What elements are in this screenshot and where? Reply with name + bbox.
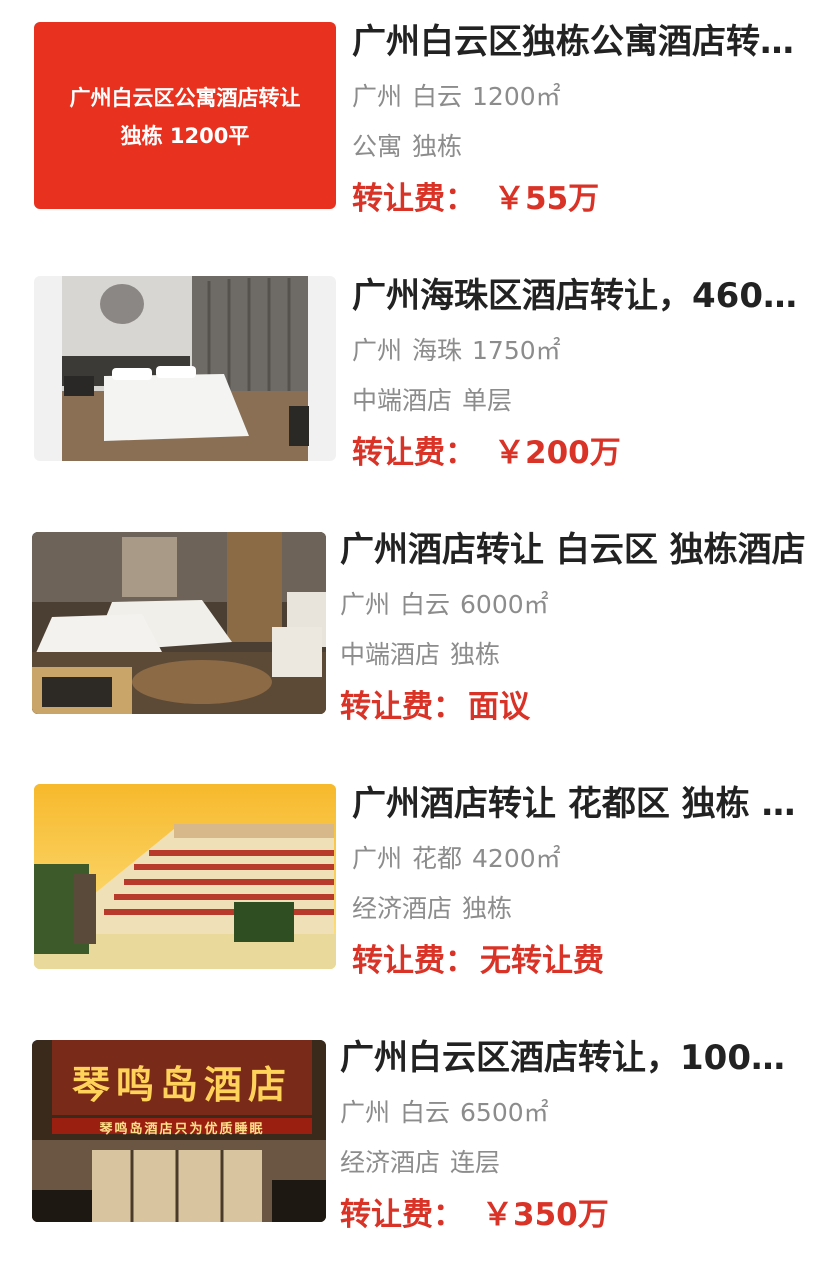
listing-tag: 中端酒店 xyxy=(352,386,453,415)
hotel-room-photo xyxy=(32,532,326,714)
listing-meta: 广州 海珠 1750㎡ xyxy=(352,334,808,368)
fee-label: 转让费： xyxy=(340,689,464,725)
listing-thumbnail[interactable]: 广州白云区公寓酒店转让 独栋 1200平 xyxy=(34,22,336,209)
listing-district: 花都 xyxy=(412,844,463,873)
listing-tags: 中端酒店 独栋 xyxy=(340,638,808,672)
listing-tag: 经济酒店 xyxy=(352,894,453,923)
listing-card[interactable]: 琴鸣岛酒店 琴鸣岛酒店只为优质睡眠 广州白云区酒店转让，10000平 广州 白云 6… xyxy=(0,1016,828,1266)
listing-city: 广州 xyxy=(352,844,403,873)
fee-label: 转让费： xyxy=(352,435,476,471)
fee-value: ￥200万 xyxy=(494,435,621,471)
listing-title[interactable]: 广州白云区酒店转让，10000平 xyxy=(340,1036,808,1080)
fee-label: 转让费： xyxy=(340,1197,464,1233)
listing-title[interactable]: 广州酒店转让 花都区 独栋 酒店 xyxy=(352,782,808,826)
listing-card[interactable]: 广州白云区公寓酒店转让 独栋 1200平 广州白云区独栋公寓酒店转让 独栋 12… xyxy=(0,0,828,250)
fee-value: ￥55万 xyxy=(494,181,600,217)
listing-tags: 经济酒店 连层 xyxy=(340,1146,808,1180)
hotel-building-photo xyxy=(34,784,336,969)
hotel-sign-text: 琴鸣岛酒店 xyxy=(71,1062,292,1107)
fee-value: 无转让费 xyxy=(480,943,604,979)
banner-line-2: 独栋 1200平 xyxy=(120,124,250,148)
listing-tag: 单层 xyxy=(462,386,513,415)
listing-thumbnail[interactable] xyxy=(34,784,336,969)
listing-title[interactable]: 广州白云区独栋公寓酒店转让 独栋 1200平 xyxy=(352,20,808,64)
listing-card[interactable]: 广州酒店转让 白云区 独栋酒店 广州 白云 6000㎡ 中端酒店 独栋 转让费： 面议 xyxy=(0,508,828,758)
banner-line-1: 广州白云区公寓酒店转让 xyxy=(69,86,301,110)
listing-district: 白云 xyxy=(400,1098,451,1127)
listing-title[interactable]: 广州酒店转让 白云区 独栋酒店 xyxy=(340,528,808,572)
listing-info: 广州白云区酒店转让，10000平 广州 白云 6500㎡ 经济酒店 连层 转让费： ￥3… xyxy=(340,1036,808,1236)
listing-info: 广州酒店转让 花都区 独栋 酒店 广州 花都 4200㎡ 经济酒店 独栋 转让费： 无转… xyxy=(352,782,808,982)
listing-fee: 转让费： ￥55万 xyxy=(352,178,808,220)
listing-meta: 广州 白云 1200㎡ xyxy=(352,80,808,114)
listing-card[interactable]: 广州海珠区酒店转让，4600平 广州 海珠 1750㎡ 中端酒店 单层 转让费： ￥20… xyxy=(0,254,828,504)
listing-thumbnail[interactable]: 琴鸣岛酒店 琴鸣岛酒店只为优质睡眠 xyxy=(32,1040,326,1222)
listing-tags: 中端酒店 单层 xyxy=(352,384,808,418)
listing-tag: 独栋 xyxy=(462,894,513,923)
listing-thumbnail[interactable] xyxy=(32,532,326,714)
listing-area: 6000㎡ xyxy=(460,590,549,619)
listing-card[interactable]: 广州酒店转让 花都区 独栋 酒店 广州 花都 4200㎡ 经济酒店 独栋 转让费： 无转… xyxy=(0,762,828,1012)
fee-label: 转让费： xyxy=(352,181,476,217)
listing-info: 广州白云区独栋公寓酒店转让 独栋 1200平 广州白云 1200㎡ 公寓独栋 转让… xyxy=(352,20,808,220)
listing-info: 广州酒店转让 白云区 独栋酒店 广州 白云 6000㎡ 中端酒店 独栋 转让费： 面议 xyxy=(340,528,808,728)
listing-city: 广州 xyxy=(340,590,391,619)
hotel-room-photo xyxy=(62,276,309,461)
listing-area: 4200㎡ xyxy=(472,844,561,873)
listing-area: 6500㎡ xyxy=(460,1098,549,1127)
listing-city: 广州 xyxy=(340,1098,391,1127)
listing-city: 广州 xyxy=(352,82,403,111)
fee-label: 转让费： xyxy=(352,943,476,979)
listing-district: 白云 xyxy=(412,82,463,111)
listing-tag: 中端酒店 xyxy=(340,640,441,669)
listing-tag: 经济酒店 xyxy=(340,1148,441,1177)
listing-fee: 转让费： ￥350万 xyxy=(340,1194,808,1236)
listing-meta: 广州 白云 6500㎡ xyxy=(340,1096,808,1130)
listing-tags: 公寓 独栋 xyxy=(352,130,808,164)
listing-fee: 转让费： 面议 xyxy=(340,686,808,728)
listing-tags: 经济酒店 独栋 xyxy=(352,892,808,926)
fee-value: ￥350万 xyxy=(482,1197,609,1233)
hotel-sign-subtext: 琴鸣岛酒店只为优质睡眠 xyxy=(99,1122,265,1137)
listing-thumbnail[interactable] xyxy=(34,276,336,461)
listing-tag: 独栋 xyxy=(412,132,463,161)
listing-area: 1750㎡ xyxy=(472,336,561,365)
listing-fee: 转让费： ￥200万 xyxy=(352,432,808,474)
listing-district: 海珠 xyxy=(412,336,463,365)
listing-info: 广州海珠区酒店转让，4600平 广州 海珠 1750㎡ 中端酒店 单层 转让费： ￥20… xyxy=(352,274,808,474)
listing-meta: 广州 花都 4200㎡ xyxy=(352,842,808,876)
listing-district: 白云 xyxy=(400,590,451,619)
listing-tag: 独栋 xyxy=(450,640,501,669)
listing-city: 广州 xyxy=(352,336,403,365)
listing-fee: 转让费： 无转让费 xyxy=(352,940,808,982)
listing-meta: 广州 白云 6000㎡ xyxy=(340,588,808,622)
listing-title[interactable]: 广州海珠区酒店转让，4600平 xyxy=(352,274,808,318)
listing-area: 1200㎡ xyxy=(472,82,561,111)
listing-tag: 连层 xyxy=(450,1148,501,1177)
fee-value: 面议 xyxy=(468,689,530,725)
listing-tag: 公寓 xyxy=(352,132,403,161)
